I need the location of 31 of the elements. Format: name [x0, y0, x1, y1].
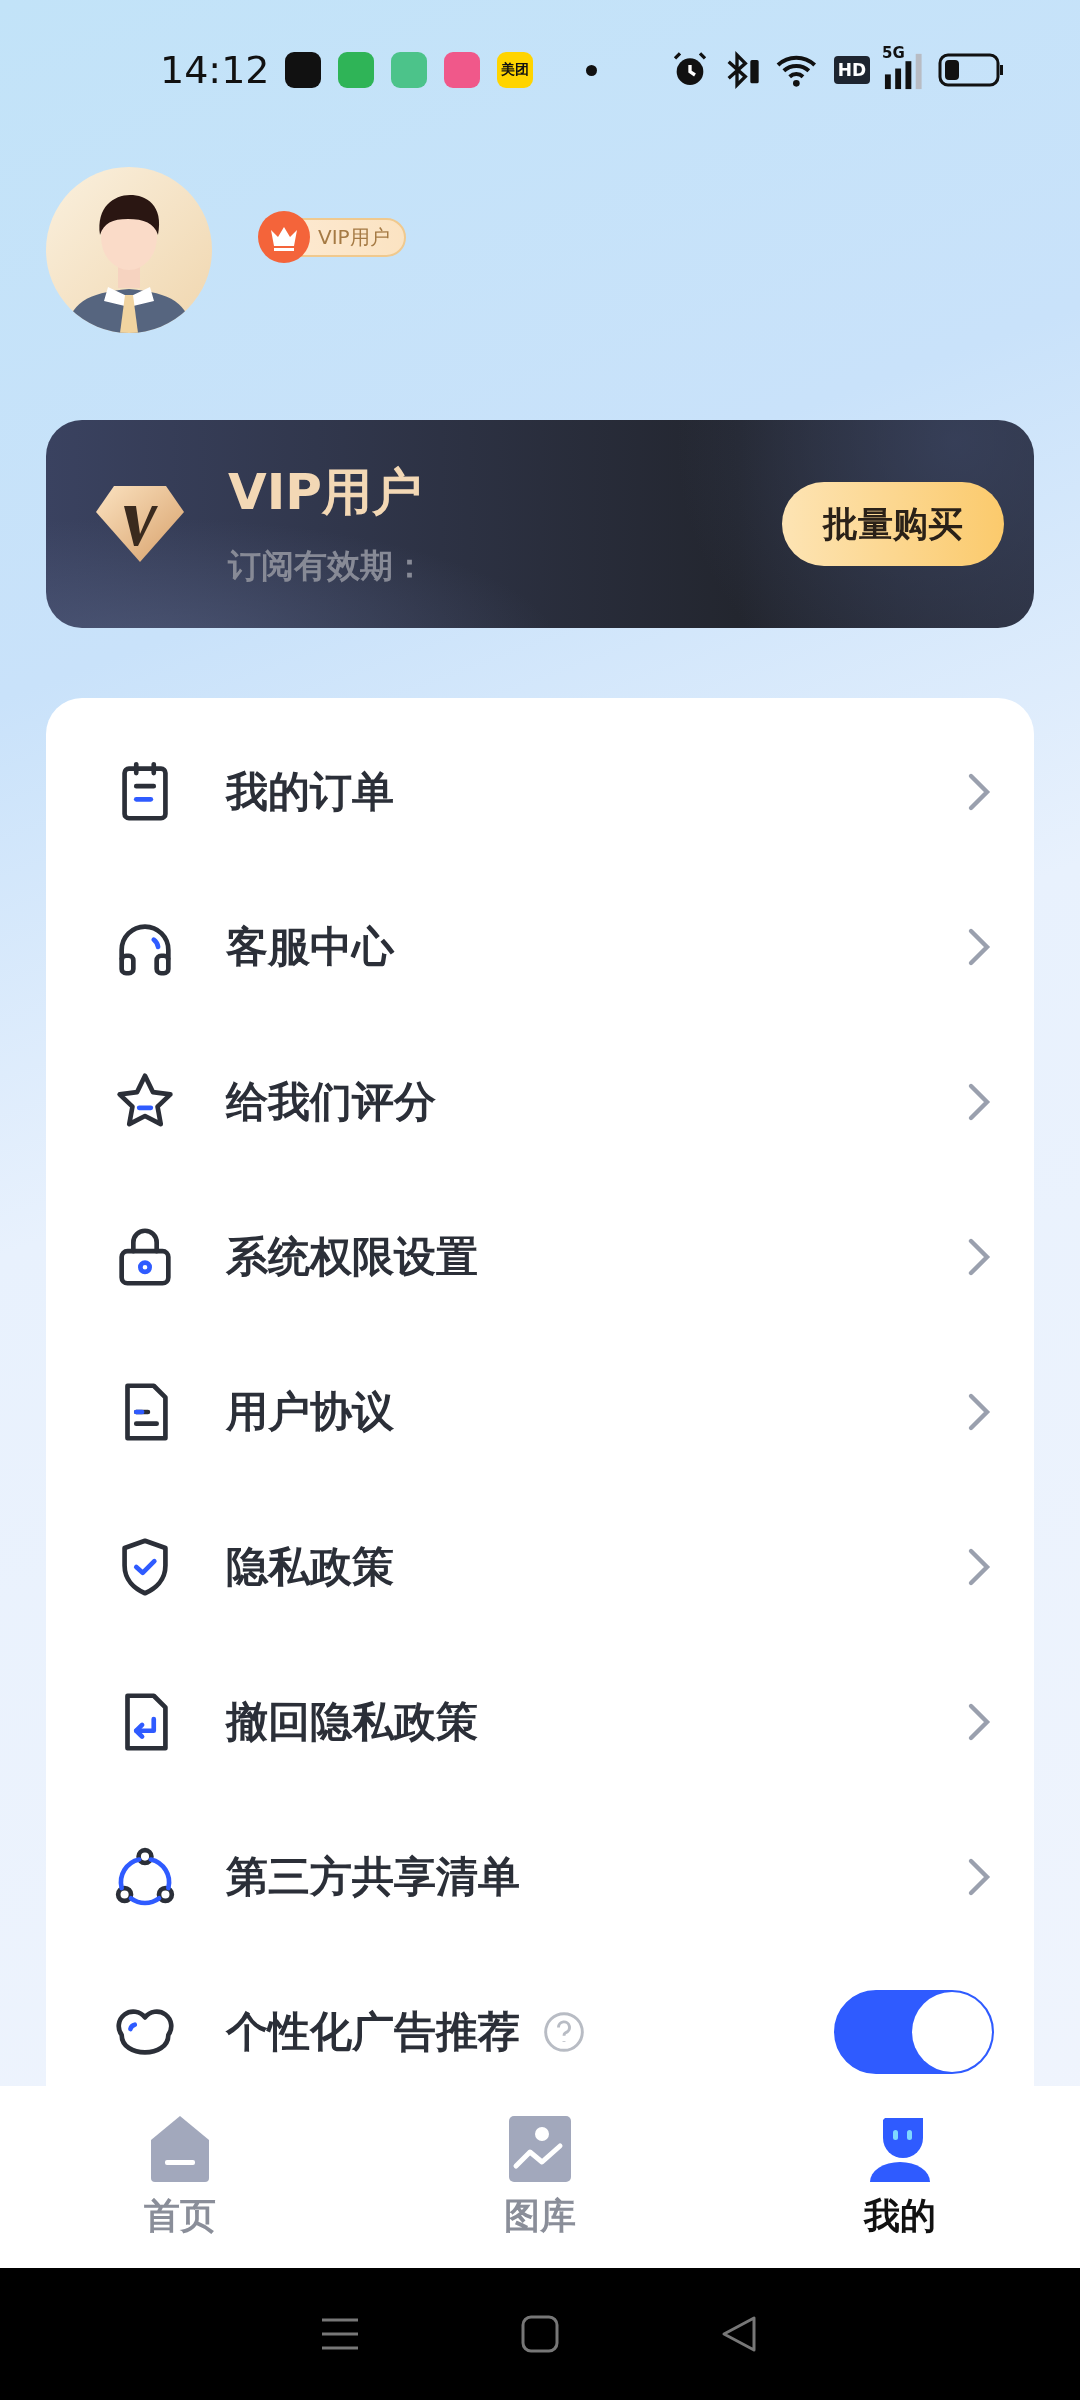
menu-item-label: 个性化广告推荐 — [226, 2005, 520, 2058]
vip-title: VIP用户 — [228, 462, 423, 523]
menu-item-label: 给我们评分 — [226, 1075, 436, 1128]
more-notifications-icon — [586, 64, 597, 76]
vip-diamond-icon — [94, 484, 186, 564]
menu-item[interactable]: 隐私政策 — [110, 1489, 994, 1644]
menu-item-label: 客服中心 — [226, 920, 394, 973]
app-notification-icon: 美团 — [497, 52, 533, 88]
bulk-purchase-button[interactable]: 批量购买 — [782, 482, 1004, 566]
menu-item-label: 第三方共享清单 — [226, 1850, 520, 1903]
menu-item[interactable]: 个性化广告推荐 — [110, 1954, 994, 2086]
menu-item[interactable]: 用户协议 — [110, 1334, 994, 1489]
menu-item-label: 我的订单 — [226, 765, 394, 818]
menu-item-label: 隐私政策 — [226, 1540, 394, 1593]
menu-item[interactable]: 客服中心 — [110, 869, 994, 1024]
hd-label: HD — [833, 56, 870, 84]
home-button-icon[interactable] — [520, 2314, 560, 2354]
network-label: 5G — [882, 44, 905, 62]
menu-item[interactable]: 我的订单 — [110, 714, 994, 869]
tab[interactable]: 我的 — [800, 2113, 1000, 2241]
menu-item-label: 用户协议 — [226, 1385, 394, 1438]
menu-item[interactable]: 给我们评分 — [110, 1024, 994, 1179]
subscription-expiry-label: 订阅有效期： — [228, 545, 427, 587]
status-time: 14:12 — [160, 48, 271, 92]
menu-item[interactable]: 第三方共享清单 — [110, 1799, 994, 1954]
menu-item[interactable]: 撤回隐私政策 — [110, 1644, 994, 1799]
battery-icon — [938, 53, 1004, 87]
menu-item-label: 撤回隐私政策 — [226, 1695, 478, 1748]
menu-item[interactable]: 系统权限设置 — [110, 1179, 994, 1334]
menu-item-label: 系统权限设置 — [226, 1230, 478, 1283]
crown-icon — [258, 211, 310, 263]
